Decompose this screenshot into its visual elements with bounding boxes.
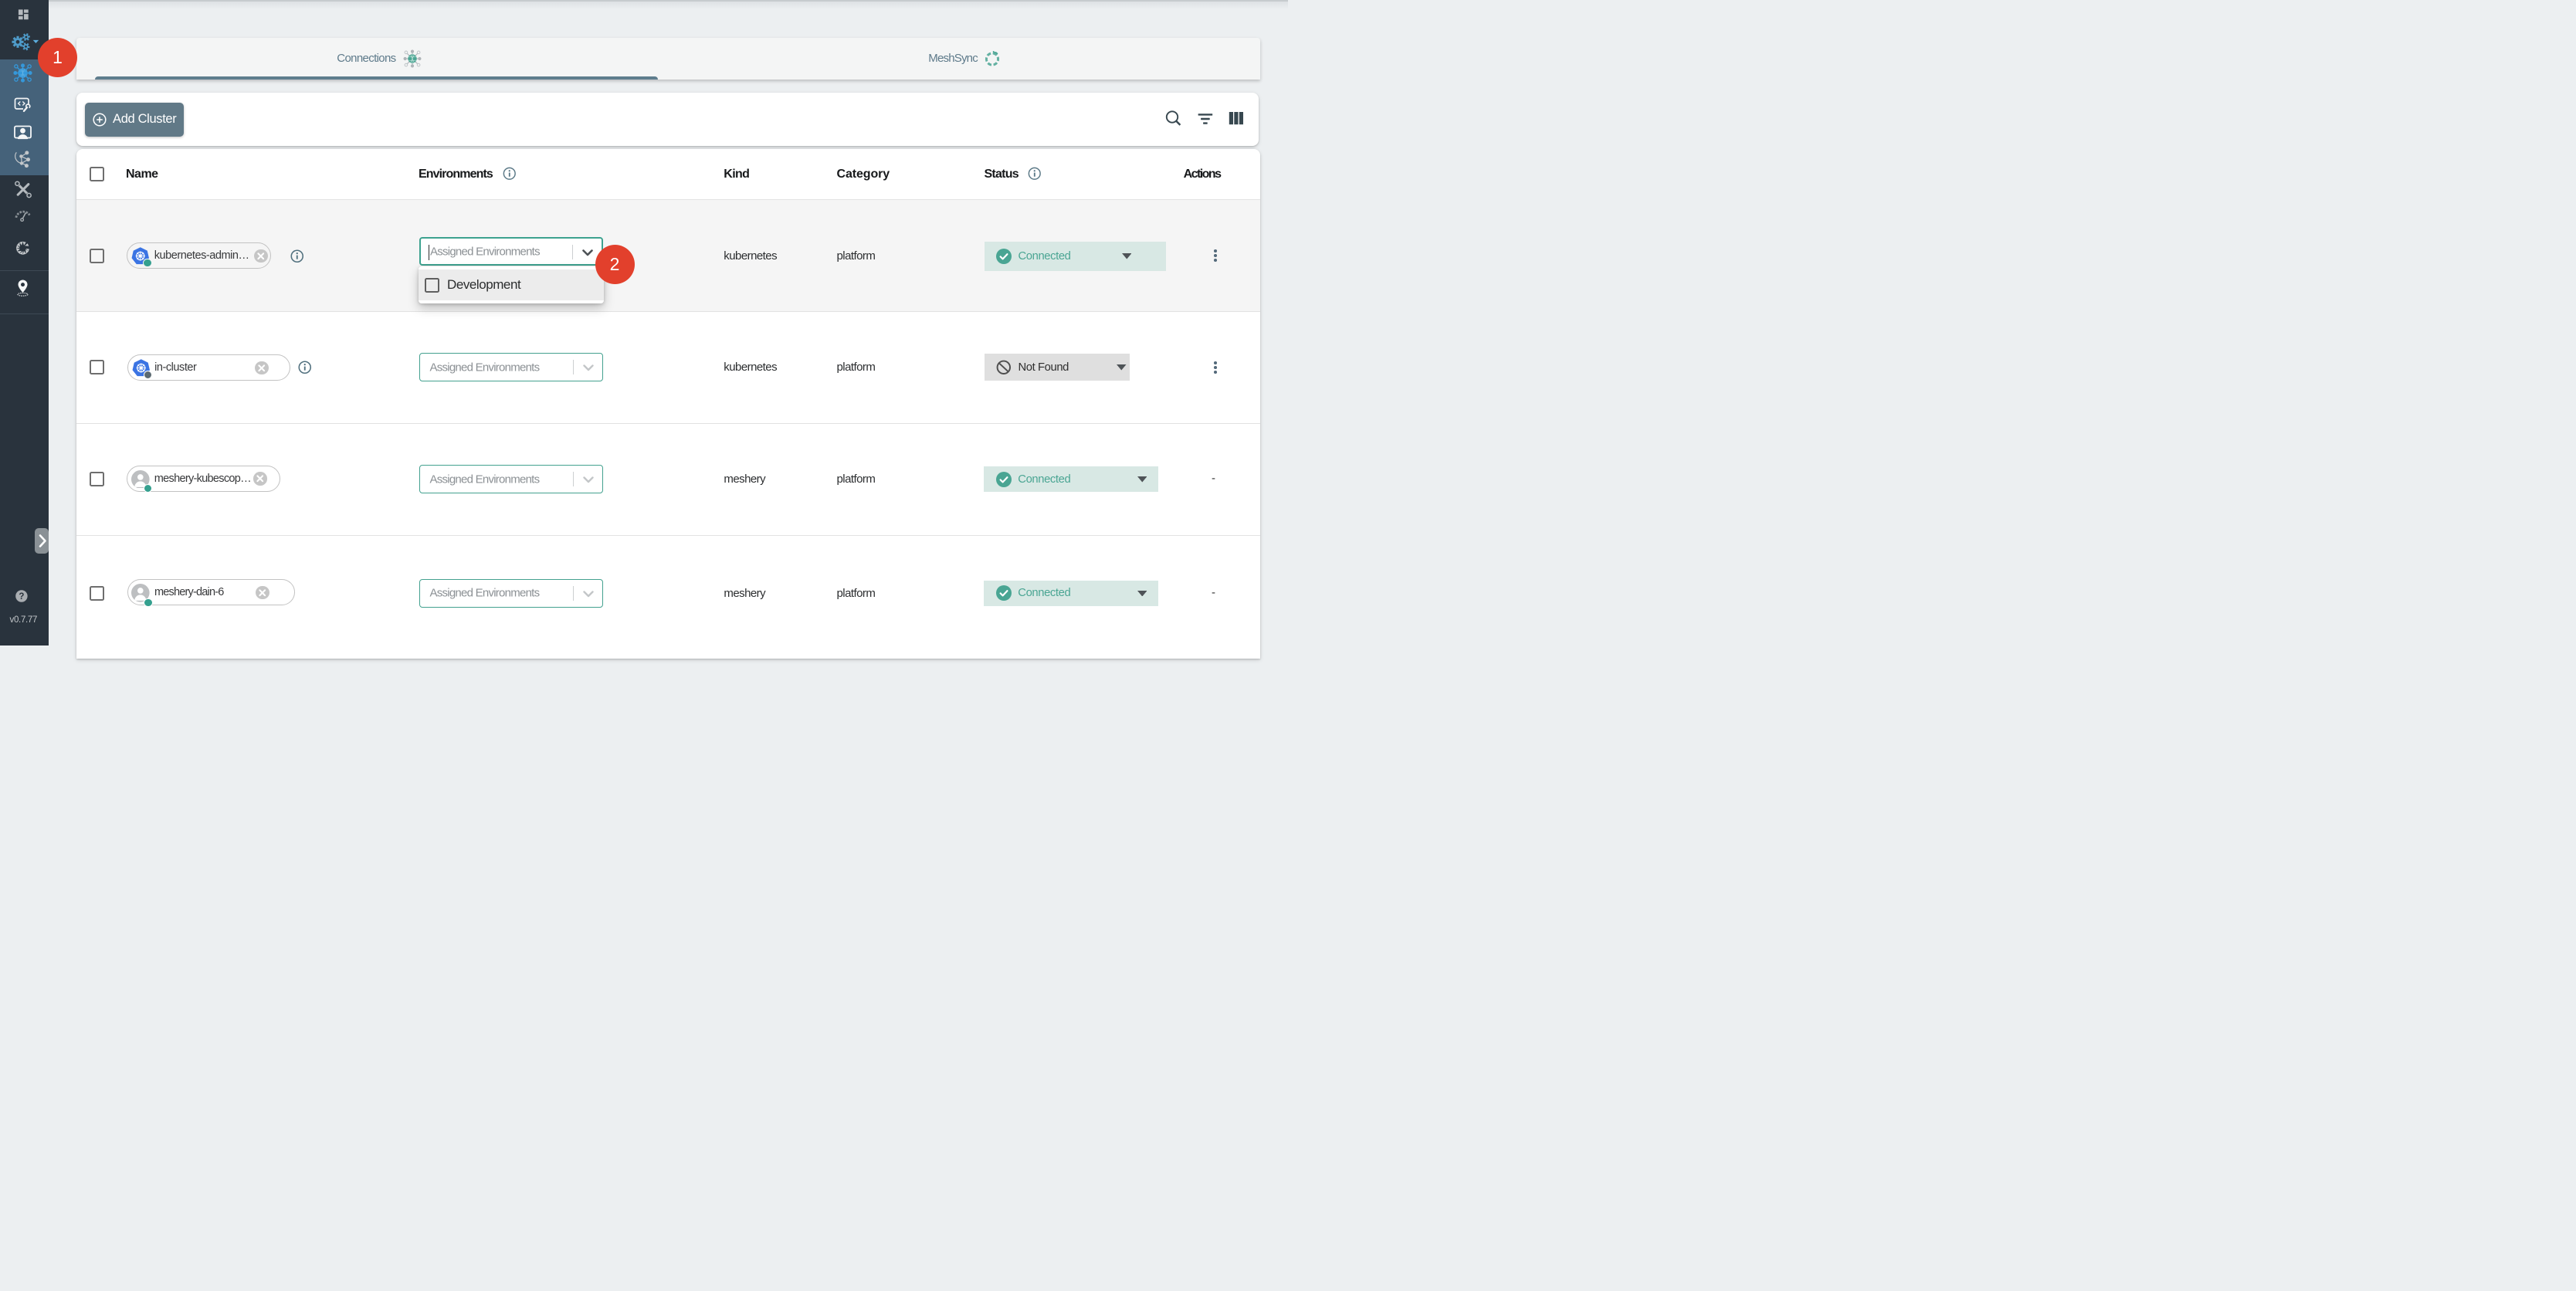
svg-text:?: ? <box>19 592 24 601</box>
